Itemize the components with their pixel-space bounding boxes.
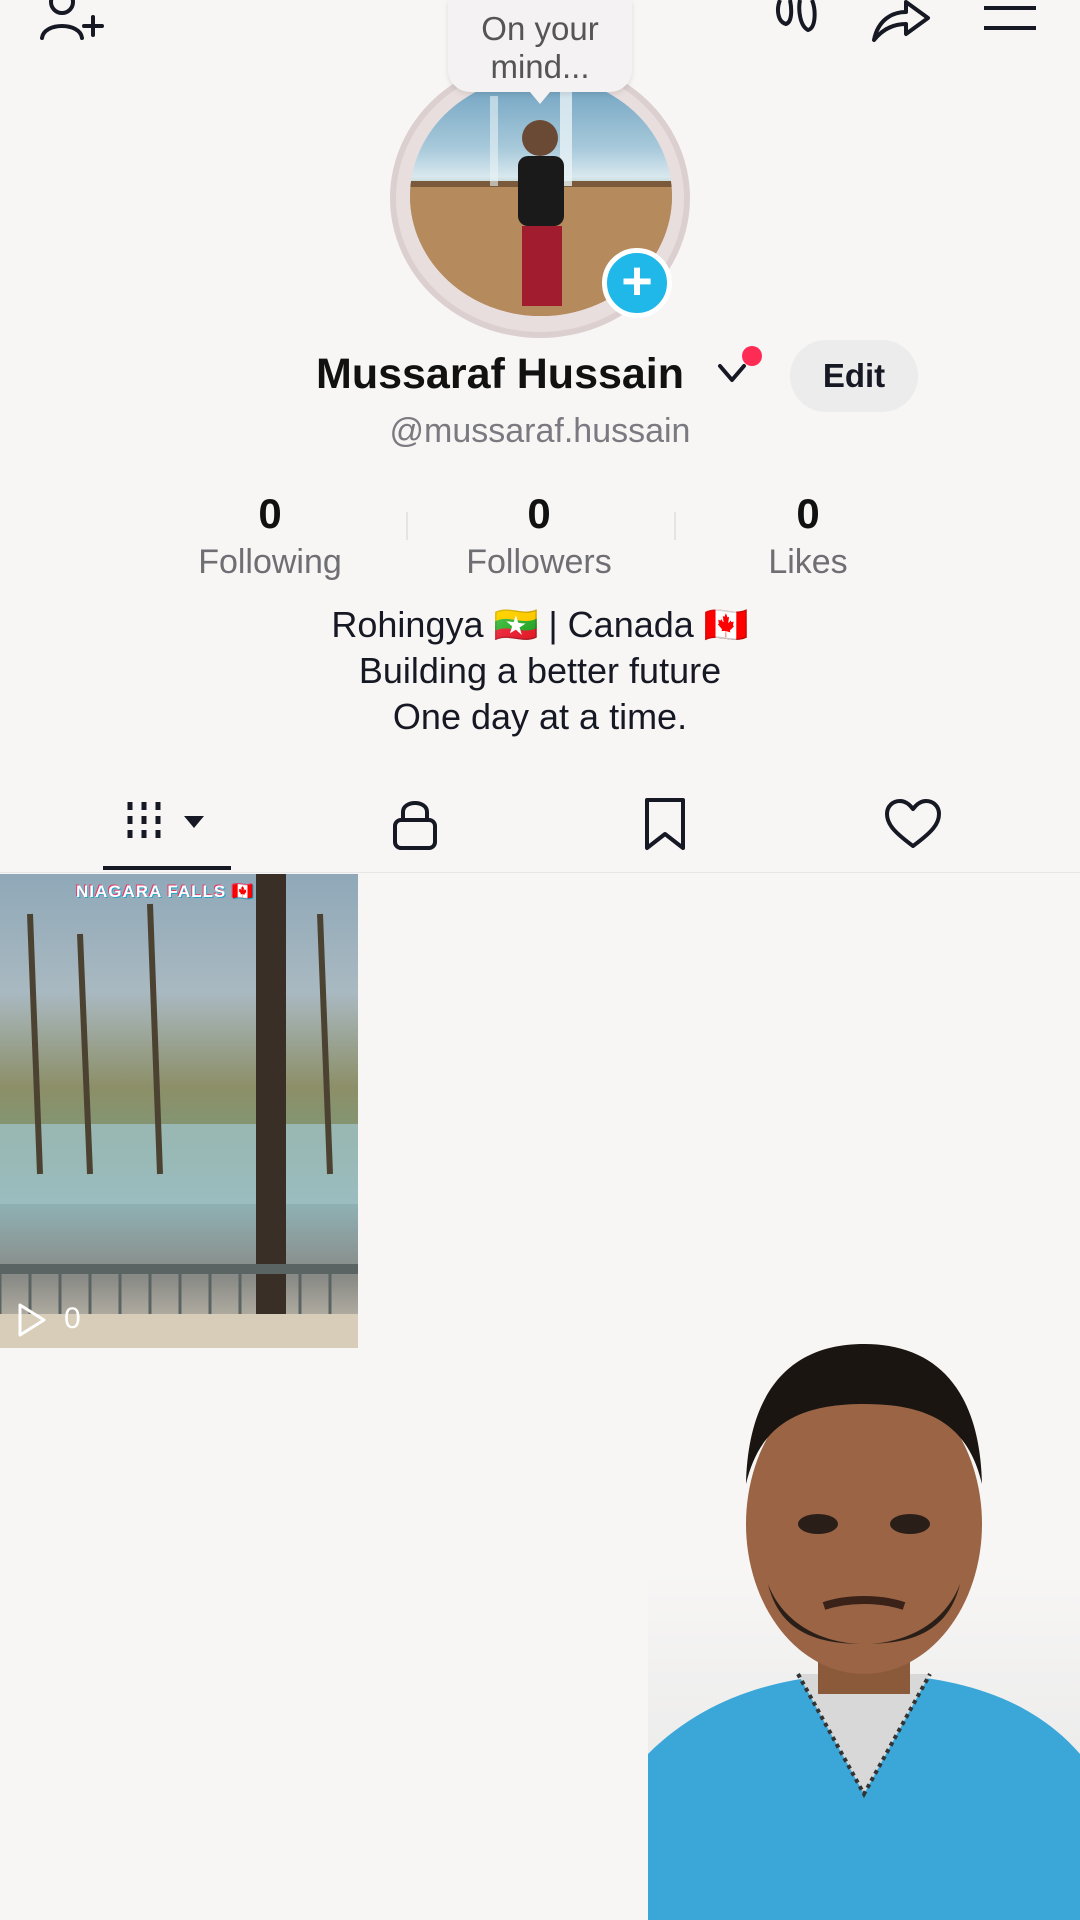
- profile-handle: @mussaraf.hussain: [389, 412, 691, 450]
- stat-likes[interactable]: 0 Likes: [688, 488, 928, 584]
- tab-favorites[interactable]: [530, 780, 800, 872]
- stat-label: Likes: [768, 543, 848, 581]
- bio-line-1: Rohingya 🇲🇲 | Canada 🇨🇦: [331, 604, 749, 645]
- profile-name[interactable]: Mussaraf Hussain: [316, 350, 684, 399]
- camera-overlay: [648, 1334, 1080, 1920]
- tab-liked[interactable]: [778, 780, 1048, 872]
- status-bubble[interactable]: On your mind...: [448, 0, 632, 104]
- stat-label: Following: [198, 543, 342, 581]
- heart-icon: [884, 798, 942, 855]
- stat-divider: [674, 512, 676, 540]
- notification-dot: [742, 346, 762, 366]
- stat-value: 0: [527, 490, 551, 537]
- profile-tabs: [0, 780, 1080, 873]
- video-caption: NIAGARA FALLS 🇨🇦: [76, 882, 255, 901]
- lock-icon: [391, 796, 439, 857]
- stat-following[interactable]: 0 Following: [150, 488, 390, 584]
- menu-icon[interactable]: [984, 0, 1036, 39]
- add-friend-icon[interactable]: [36, 0, 106, 49]
- tab-selected-indicator: [103, 866, 231, 870]
- view-count: 0: [64, 1302, 81, 1335]
- bubble-line-2: mind...: [490, 48, 590, 85]
- play-icon: [16, 1302, 48, 1343]
- chevron-down-icon[interactable]: [716, 362, 748, 391]
- bubble-line-1: On your: [481, 10, 599, 47]
- tab-videos[interactable]: [32, 780, 302, 872]
- stat-value: 0: [258, 490, 282, 537]
- bio-line-3: One day at a time.: [392, 696, 688, 737]
- stat-label: Followers: [466, 543, 612, 581]
- stat-divider: [406, 512, 408, 540]
- bio-line-2: Building a better future: [358, 650, 722, 691]
- edit-profile-button[interactable]: Edit: [790, 340, 918, 412]
- tab-private[interactable]: [280, 780, 550, 872]
- bookmark-icon: [643, 796, 687, 857]
- grid-videos-icon: [122, 798, 212, 855]
- video-thumbnail[interactable]: NIAGARA FALLS 🇨🇦 0: [0, 874, 358, 1348]
- stat-followers[interactable]: 0 Followers: [419, 488, 659, 584]
- share-icon[interactable]: [870, 0, 932, 49]
- stat-value: 0: [796, 490, 820, 537]
- footprints-icon[interactable]: [770, 0, 824, 45]
- add-story-button[interactable]: +: [602, 248, 672, 318]
